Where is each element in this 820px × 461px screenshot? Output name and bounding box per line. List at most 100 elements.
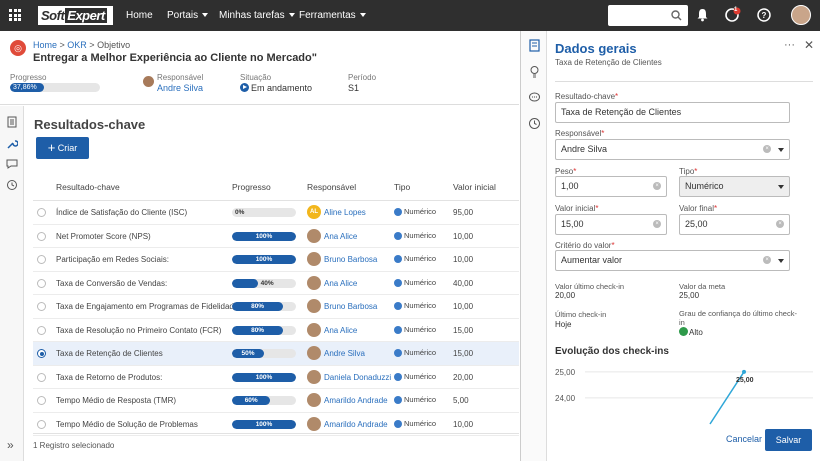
lightbulb-icon[interactable] [528, 65, 541, 78]
column-header-name[interactable]: Resultado-chave [56, 182, 120, 192]
row-radio[interactable] [37, 231, 46, 241]
chat-icon[interactable] [6, 158, 18, 170]
table-row[interactable]: Taxa de Retenção de Clientes 50% Andre Sil… [33, 342, 519, 366]
column-header-progress[interactable]: Progresso [232, 182, 271, 192]
row-radio[interactable] [37, 278, 46, 288]
owner-link[interactable]: Amarildo Andrade [324, 396, 388, 405]
owner-link[interactable]: Bruno Barbosa [324, 255, 377, 264]
document-icon[interactable] [6, 116, 18, 128]
table-row[interactable]: Net Promoter Score (NPS) 100% Ana Alice Num… [33, 225, 519, 248]
table-row[interactable]: Taxa de Conversão de Vendas: 40% Ana Alice… [33, 272, 519, 295]
owner-link[interactable]: Ana Alice [324, 279, 357, 288]
owner-link[interactable]: Bruno Barbosa [324, 302, 377, 311]
kr-initial-value: 15,00 [453, 325, 474, 335]
tasks-icon[interactable] [725, 7, 741, 23]
initial-value-label: Valor inicial* [555, 204, 599, 213]
type-select[interactable]: Numérico [679, 176, 790, 197]
table-row[interactable]: Participação em Redes Sociais: 100% Bruno … [33, 248, 519, 272]
breadcrumb-okr[interactable]: OKR [67, 40, 87, 50]
search-input[interactable] [608, 5, 688, 26]
owner-link[interactable]: Ana Alice [324, 232, 357, 241]
owner-link[interactable]: Andre Silva [324, 349, 365, 358]
save-button[interactable]: Salvar [765, 429, 812, 451]
final-value-input[interactable]: 25,00 × [679, 214, 790, 235]
row-radio[interactable] [37, 349, 46, 358]
nav-portais[interactable]: Portais [167, 10, 209, 21]
row-radio[interactable] [37, 396, 46, 405]
period-label: Período [348, 73, 377, 82]
kr-name[interactable]: Taxa de Retenção de Clientes [56, 349, 163, 358]
softexpert-logo[interactable]: Soft Expert [38, 6, 113, 25]
row-radio[interactable] [37, 325, 46, 335]
kr-name[interactable]: Tempo Médio de Solução de Problemas [56, 420, 198, 429]
wrench-icon[interactable] [6, 138, 18, 150]
search-icon[interactable] [671, 10, 682, 21]
expand-sidebar-icon[interactable]: » [7, 438, 14, 452]
row-radio[interactable] [37, 208, 46, 217]
kr-type: Numérico [404, 395, 437, 404]
user-avatar[interactable] [791, 5, 811, 25]
create-button[interactable]: + Criar [36, 137, 89, 159]
owner-avatar [307, 416, 321, 431]
table-row[interactable]: Índice de Satisfação do Cliente (ISC) 0% A… [33, 201, 519, 225]
kr-name[interactable]: Tempo Médio de Resposta (TMR) [56, 396, 176, 405]
data-point[interactable] [742, 369, 746, 374]
owner-link[interactable]: Daniela Donaduzzi [324, 373, 391, 382]
breadcrumb-home[interactable]: Home [33, 40, 57, 50]
owner-link[interactable]: Amarildo Andrade [324, 420, 388, 429]
row-radio[interactable] [37, 255, 46, 264]
clear-icon[interactable]: × [763, 256, 771, 264]
chevron-down-icon[interactable] [778, 259, 784, 263]
kr-name-input[interactable]: Taxa de Retenção de Clientes [555, 102, 790, 123]
type-field-label: Tipo* [679, 167, 698, 176]
table-row[interactable]: Taxa de Engajamento em Programas de Fide… [33, 295, 519, 319]
more-options-icon[interactable]: ··· [784, 39, 795, 51]
kr-name[interactable]: Índice de Satisfação do Cliente (ISC) [56, 208, 187, 217]
clear-icon[interactable]: × [776, 220, 784, 228]
row-radio[interactable] [37, 372, 46, 382]
column-header-type[interactable]: Tipo [394, 182, 410, 192]
general-data-tab-icon[interactable] [528, 39, 541, 52]
apps-grid-icon[interactable] [9, 9, 21, 21]
data-label: 25,00 [736, 377, 754, 384]
clear-icon[interactable]: × [653, 182, 661, 190]
comments-icon[interactable] [528, 91, 541, 104]
owner-link[interactable]: Aline Lopes [324, 208, 366, 217]
row-radio[interactable] [37, 419, 46, 429]
kr-name[interactable]: Participação em Redes Sociais: [56, 255, 169, 264]
owner-select[interactable]: Andre Silva × [555, 139, 790, 160]
history-icon[interactable] [528, 117, 541, 130]
help-icon[interactable]: ? [757, 8, 771, 22]
kr-name[interactable]: Taxa de Engajamento em Programas de Fide… [56, 302, 241, 311]
owner-avatar [307, 346, 321, 360]
table-row[interactable]: Tempo Médio de Resposta (TMR) 60% Amarildo… [33, 389, 519, 413]
progress-fill: 100% [232, 419, 296, 429]
row-radio[interactable] [37, 302, 46, 311]
table-row[interactable]: Taxa de Retorno de Produtos: 100% Daniela … [33, 366, 519, 389]
close-icon[interactable]: ✕ [804, 38, 814, 52]
cancel-button[interactable]: Cancelar [726, 434, 762, 444]
bell-icon[interactable] [696, 8, 709, 22]
kr-name[interactable]: Taxa de Resolução no Primeiro Contato (F… [56, 326, 221, 335]
goal-value-label: Valor da meta [679, 282, 726, 291]
numeric-type-icon [394, 208, 402, 216]
responsible-link[interactable]: Andre Silva [157, 83, 203, 93]
column-header-initial[interactable]: Valor inicial [453, 182, 496, 192]
nav-ferramentas[interactable]: Ferramentas [299, 10, 366, 21]
clear-icon[interactable]: × [763, 145, 771, 153]
chevron-down-icon[interactable] [778, 185, 784, 189]
column-header-owner[interactable]: Responsável [307, 182, 356, 192]
criterion-select[interactable]: Aumentar valor × [555, 250, 790, 271]
nav-home[interactable]: Home [126, 10, 153, 21]
initial-value-input[interactable]: 15,00 × [555, 214, 667, 235]
kr-name[interactable]: Net Promoter Score (NPS) [56, 232, 151, 241]
kr-name[interactable]: Taxa de Conversão de Vendas: [56, 279, 167, 288]
history-icon[interactable] [6, 179, 18, 191]
chevron-down-icon[interactable] [778, 148, 784, 152]
clear-icon[interactable]: × [653, 220, 661, 228]
nav-minhas-tarefas[interactable]: Minhas tarefas [219, 10, 295, 21]
weight-input[interactable]: 1,00 × [555, 176, 667, 197]
owner-link[interactable]: Ana Alice [324, 326, 357, 335]
table-row[interactable]: Taxa de Resolução no Primeiro Contato (F… [33, 319, 519, 342]
kr-name[interactable]: Taxa de Retorno de Produtos: [56, 373, 162, 382]
